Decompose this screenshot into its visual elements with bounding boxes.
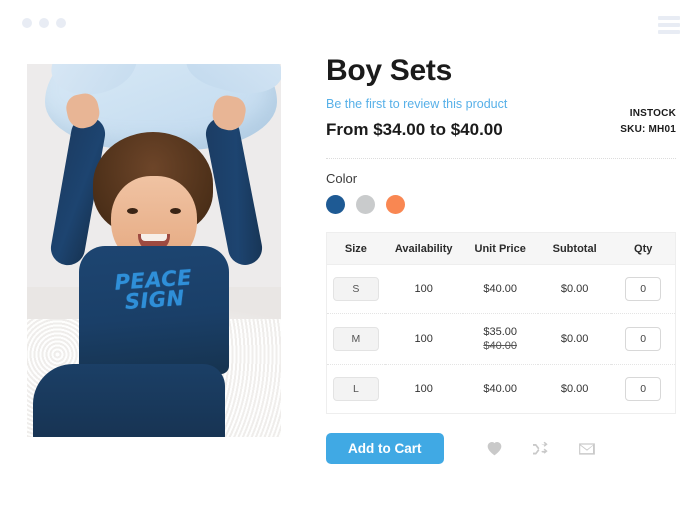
price-range: From $34.00 to $40.00: [326, 120, 503, 139]
table-header-row: Size Availability Unit Price Subtotal Qt…: [326, 232, 676, 265]
child-eye-right: [170, 208, 181, 214]
child-teeth: [141, 234, 167, 241]
qty-input[interactable]: [625, 377, 662, 401]
cell-size: M: [326, 313, 385, 365]
color-swatch-blue[interactable]: [326, 195, 345, 214]
table-body: S 100 $40.00 $0.00 M: [326, 264, 676, 414]
cell-qty: [611, 313, 676, 365]
hamburger-menu-icon[interactable]: [658, 16, 680, 34]
unit-price-value: $40.00: [483, 283, 517, 295]
cell-unit-price: $40.00: [462, 264, 538, 314]
window-control-dots: [22, 18, 66, 28]
unit-price-value: $40.00: [483, 383, 517, 395]
browser-window: PEACE SIGN Boy Sets Be the first to revi…: [0, 0, 700, 505]
cell-unit-price: $40.00: [462, 364, 538, 414]
hamburger-bar-1: [658, 16, 680, 20]
price-row: From $34.00 to $40.00 INSTOCK SKU: MH01: [326, 108, 676, 144]
status-badge: INSTOCK: [629, 108, 676, 119]
grouped-product-table: Size Availability Unit Price Subtotal Qt…: [326, 232, 676, 414]
cell-qty: [611, 364, 676, 414]
child-eye-left: [127, 208, 138, 214]
page-content: PEACE SIGN Boy Sets Be the first to revi…: [0, 46, 700, 505]
browser-chrome: [0, 0, 700, 46]
heart-icon[interactable]: [486, 441, 503, 456]
cell-subtotal: $0.00: [537, 364, 612, 414]
hamburger-bar-3: [658, 30, 680, 34]
cell-size: L: [326, 364, 385, 414]
column-header-availability: Availability: [384, 232, 463, 265]
cell-availability: 100: [384, 364, 463, 414]
shuffle-compare-icon[interactable]: [531, 441, 550, 456]
window-dot-3[interactable]: [56, 18, 66, 28]
window-dot-1[interactable]: [22, 18, 32, 28]
table-head: Size Availability Unit Price Subtotal Qt…: [326, 232, 676, 265]
size-chip[interactable]: L: [332, 377, 379, 401]
cell-size: S: [326, 264, 385, 314]
envelope-icon[interactable]: [578, 442, 596, 456]
column-header-size: Size: [326, 232, 385, 265]
child-navy-top: [79, 246, 229, 374]
qty-input[interactable]: [625, 277, 662, 301]
cell-qty: [611, 264, 676, 314]
cell-subtotal: $0.00: [537, 313, 612, 365]
child-navy-pants: [33, 364, 225, 437]
size-chip[interactable]: S: [332, 277, 379, 301]
stock-info: INSTOCK SKU: MH01: [620, 106, 676, 138]
product-photo-canvas: PEACE SIGN: [27, 64, 281, 437]
size-chip[interactable]: M: [332, 327, 379, 351]
add-to-cart-button[interactable]: Add to Cart: [326, 433, 444, 464]
sku-label: SKU: MH01: [620, 124, 676, 135]
action-bar: Add to Cart: [326, 433, 676, 464]
table-row: L 100 $40.00 $0.00: [326, 364, 676, 414]
table-row: M 100 $35.00 $40.00 $0.00: [326, 313, 676, 365]
product-details: Boy Sets Be the first to review this pro…: [326, 46, 676, 464]
hamburger-bar-2: [658, 23, 680, 27]
unit-price-old-value: $40.00: [483, 340, 517, 352]
cell-unit-price: $35.00 $40.00: [462, 313, 538, 365]
column-header-subtotal: Subtotal: [537, 232, 612, 265]
column-header-qty: Qty: [611, 232, 676, 265]
window-dot-2[interactable]: [39, 18, 49, 28]
page-title: Boy Sets: [326, 54, 452, 87]
table-row: S 100 $40.00 $0.00: [326, 264, 676, 314]
qty-input[interactable]: [625, 327, 662, 351]
color-swatch-orange[interactable]: [386, 195, 405, 214]
cell-subtotal: $0.00: [537, 264, 612, 314]
unit-price-value: $35.00: [483, 326, 517, 338]
color-option-label: Color: [326, 171, 358, 186]
color-swatch-group: [326, 195, 676, 214]
section-divider: [326, 158, 676, 159]
cell-availability: 100: [384, 313, 463, 365]
color-swatch-gray[interactable]: [356, 195, 375, 214]
cell-availability: 100: [384, 264, 463, 314]
product-image[interactable]: PEACE SIGN: [27, 64, 281, 437]
column-header-unit-price: Unit Price: [462, 232, 538, 265]
review-link[interactable]: Be the first to review this product: [326, 97, 507, 111]
